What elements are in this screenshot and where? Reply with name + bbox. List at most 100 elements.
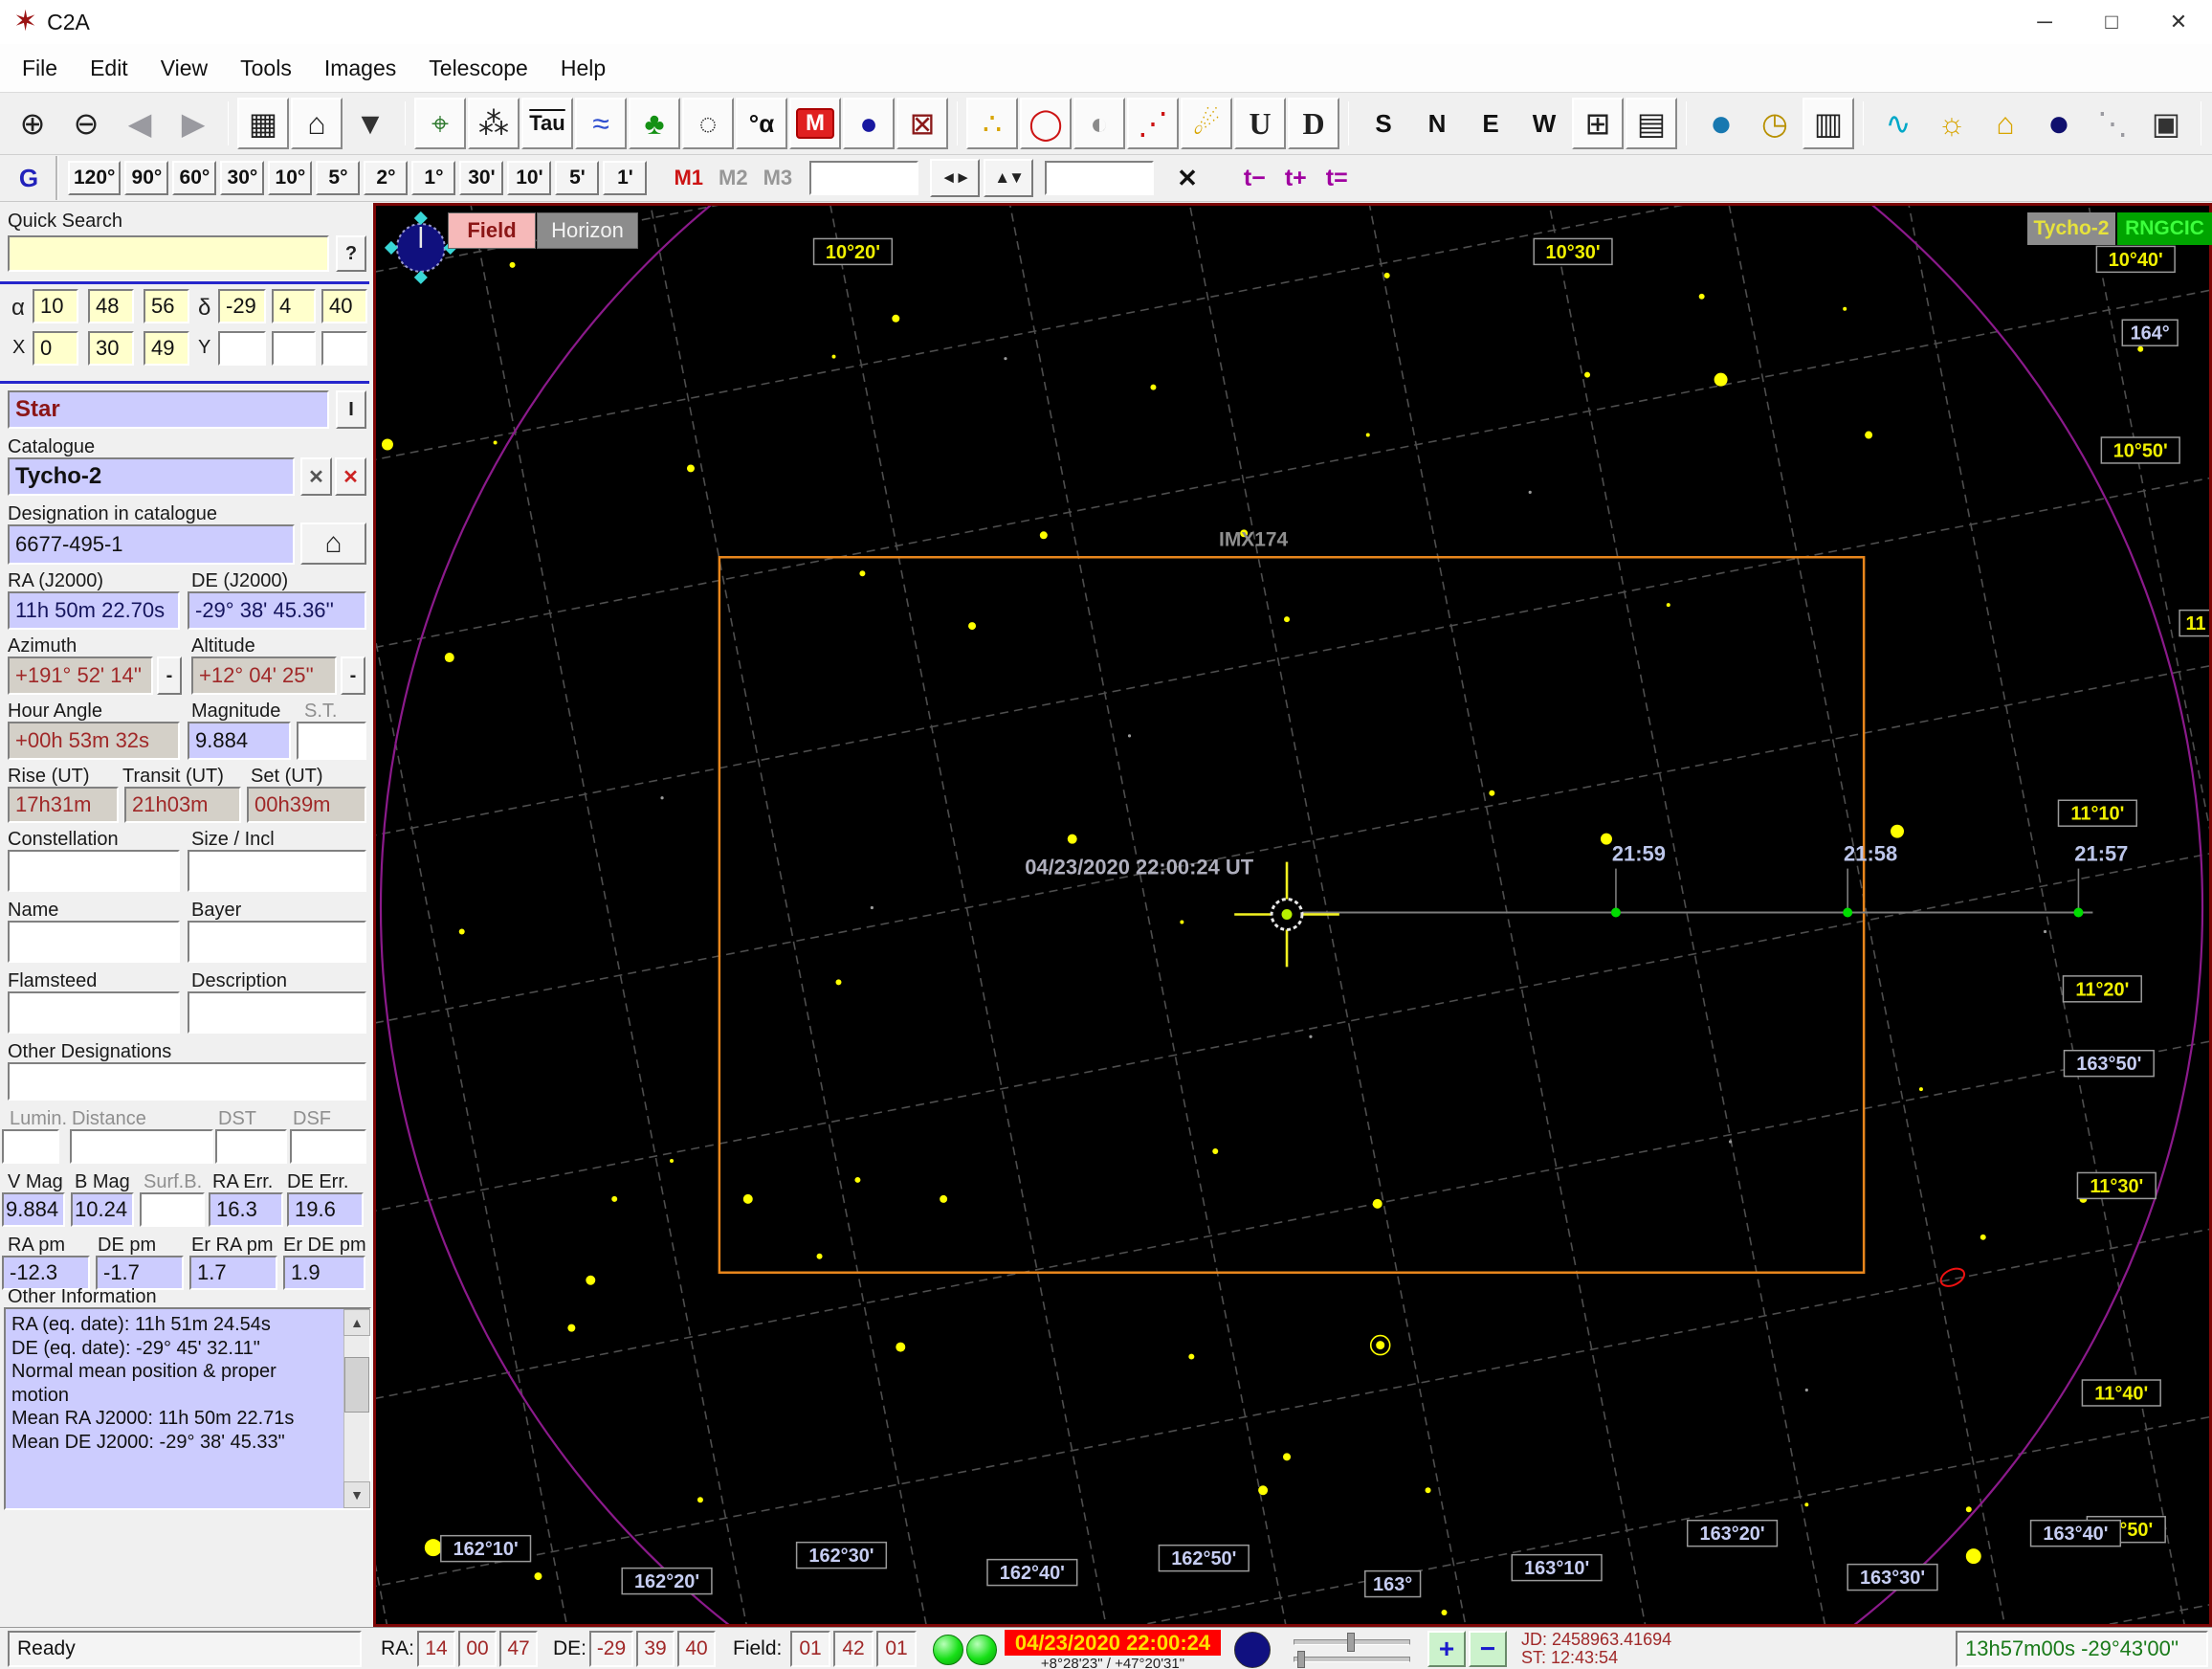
- milky-way-button[interactable]: ≈: [575, 98, 627, 149]
- find-object-input[interactable]: [809, 161, 918, 195]
- menu-view[interactable]: View: [144, 50, 224, 87]
- y2-field[interactable]: [272, 331, 316, 366]
- alpha-m-field[interactable]: 48: [88, 289, 134, 323]
- star-clusters-button[interactable]: ∴: [966, 98, 1018, 149]
- dome-dropdown-button[interactable]: ▼: [344, 98, 396, 149]
- deep-sky-objects-button[interactable]: ●: [843, 98, 895, 149]
- fov-ellipse-button[interactable]: ◌: [682, 98, 734, 149]
- messier-objects-button[interactable]: M: [789, 98, 841, 149]
- x3-field[interactable]: 49: [144, 331, 189, 366]
- field-1deg-button[interactable]: 1°: [411, 161, 455, 195]
- planet-labels-button[interactable]: D: [1288, 98, 1339, 149]
- goto-telescope-button[interactable]: ⌂: [300, 523, 366, 565]
- mark-m2-button[interactable]: M2: [719, 166, 748, 190]
- speed-slider-track[interactable]: [1294, 1657, 1410, 1662]
- scroll-thumb[interactable]: [344, 1357, 369, 1413]
- field-60deg-button[interactable]: 60°: [172, 161, 216, 195]
- ephemerides-panel-button[interactable]: ▥: [1803, 98, 1854, 149]
- field-120deg-button[interactable]: 120°: [68, 161, 121, 195]
- time-plus-button[interactable]: t+: [1285, 165, 1307, 192]
- quick-search-input[interactable]: [8, 235, 329, 272]
- star-names-button[interactable]: °α: [736, 98, 787, 149]
- menu-images[interactable]: Images: [308, 50, 412, 87]
- field-5deg-button[interactable]: 5°: [316, 161, 360, 195]
- rngcic-badge[interactable]: RNGCIC: [2117, 212, 2212, 245]
- menu-edit[interactable]: Edit: [74, 50, 144, 87]
- forward-button[interactable]: ▶: [167, 98, 219, 149]
- time-now-button[interactable]: t=: [1326, 165, 1348, 192]
- x2-field[interactable]: 30: [88, 331, 134, 366]
- horizon-fill-button[interactable]: ▤: [1626, 98, 1677, 149]
- search-help-button[interactable]: ?: [336, 235, 366, 272]
- comets-button[interactable]: ☄: [1181, 98, 1232, 149]
- constellation-names-button[interactable]: Tau: [521, 98, 573, 149]
- zoom-out-button[interactable]: ⊖: [60, 98, 112, 149]
- azimuth-option-button[interactable]: -: [157, 656, 182, 695]
- grid-g-button[interactable]: G: [10, 164, 48, 193]
- time-settings-button[interactable]: ◷: [1749, 98, 1801, 149]
- east-button[interactable]: E: [1465, 98, 1516, 149]
- sky-chart-canvas[interactable]: IMX17421:5921:5821:5704/23/2020 22:00:24…: [376, 206, 2209, 1624]
- field-30deg-button[interactable]: 30°: [220, 161, 264, 195]
- x1-field[interactable]: 0: [33, 331, 78, 366]
- flip-horizontal-button[interactable]: ◄►: [930, 159, 980, 197]
- south-button[interactable]: S: [1358, 98, 1409, 149]
- clear-search-button[interactable]: ✕: [1177, 164, 1198, 193]
- mark-m1-button[interactable]: M1: [674, 166, 703, 190]
- back-button[interactable]: ◀: [114, 98, 166, 149]
- constellation-lines-button[interactable]: ⁂: [468, 98, 520, 149]
- center-position-button[interactable]: ⌖: [414, 98, 466, 149]
- tab-field[interactable]: Field: [448, 212, 536, 249]
- speed-slider-handle[interactable]: [1297, 1651, 1305, 1668]
- ccd-camera-button[interactable]: ▣: [2140, 98, 2192, 149]
- find-object-input-2[interactable]: [1045, 161, 1154, 195]
- delta-m-field[interactable]: 4: [272, 289, 316, 323]
- north-button[interactable]: N: [1411, 98, 1463, 149]
- field-1min-button[interactable]: 1': [603, 161, 647, 195]
- variable-stars-button[interactable]: ∿: [1872, 98, 1924, 149]
- menu-help[interactable]: Help: [544, 50, 622, 87]
- maximize-button[interactable]: □: [2078, 0, 2145, 44]
- zoom-in-button[interactable]: ⊕: [7, 98, 58, 149]
- y1-field[interactable]: [218, 331, 266, 366]
- observatory-dome-button[interactable]: ⌂: [1980, 98, 2031, 149]
- delta-s-field[interactable]: 40: [321, 289, 367, 323]
- earth-map-button[interactable]: ●: [1695, 98, 1747, 149]
- catalogue-field[interactable]: Tycho-2: [8, 457, 295, 496]
- close-button[interactable]: ✕: [2145, 0, 2212, 44]
- sky-chart[interactable]: IMX17421:5921:5821:5704/23/2020 22:00:24…: [373, 203, 2212, 1627]
- sun-button[interactable]: ☼: [1926, 98, 1978, 149]
- alpha-h-field[interactable]: 10: [33, 289, 78, 323]
- y3-field[interactable]: [321, 331, 367, 366]
- tab-horizon[interactable]: Horizon: [537, 212, 638, 249]
- catalogue-badge[interactable]: Tycho-2: [2027, 212, 2115, 245]
- night-mode-indicator[interactable]: [1234, 1632, 1271, 1668]
- time-slider-handle[interactable]: [1347, 1633, 1355, 1652]
- satellite-track-button[interactable]: ⋱: [2087, 98, 2138, 149]
- scroll-down-icon[interactable]: ▼: [343, 1481, 370, 1508]
- delta-d-field[interactable]: -29: [218, 289, 266, 323]
- pan-view-button[interactable]: ⊞: [1572, 98, 1624, 149]
- minimize-button[interactable]: ─: [2011, 0, 2078, 44]
- field-2deg-button[interactable]: 2°: [364, 161, 408, 195]
- nebulae-button[interactable]: ◯: [1020, 98, 1072, 149]
- flip-vertical-button[interactable]: ▲▼: [984, 159, 1033, 197]
- time-minus-button[interactable]: t−: [1244, 165, 1266, 192]
- field-10min-button[interactable]: 10': [507, 161, 551, 195]
- field-5min-button[interactable]: 5': [555, 161, 599, 195]
- zoom-in-button[interactable]: +: [1427, 1631, 1466, 1667]
- landscape-button[interactable]: ♣: [629, 98, 680, 149]
- moon-phases-button[interactable]: ◐: [1073, 98, 1125, 149]
- asteroids-button[interactable]: ⋰: [1127, 98, 1179, 149]
- menu-tools[interactable]: Tools: [224, 50, 308, 87]
- zoom-out-button[interactable]: −: [1469, 1631, 1507, 1667]
- field-30min-button[interactable]: 30': [459, 161, 503, 195]
- alpha-s-field[interactable]: 56: [144, 289, 189, 323]
- datetime-display[interactable]: 04/23/2020 22:00:24: [1005, 1630, 1221, 1656]
- menu-file[interactable]: File: [6, 50, 74, 87]
- catalogue-next-button[interactable]: ✕: [335, 457, 366, 496]
- catalogue-prev-button[interactable]: ✕: [300, 457, 332, 496]
- field-90deg-button[interactable]: 90°: [124, 161, 168, 195]
- grid-toggle-button[interactable]: ▦: [237, 98, 289, 149]
- altitude-option-button[interactable]: -: [341, 656, 365, 695]
